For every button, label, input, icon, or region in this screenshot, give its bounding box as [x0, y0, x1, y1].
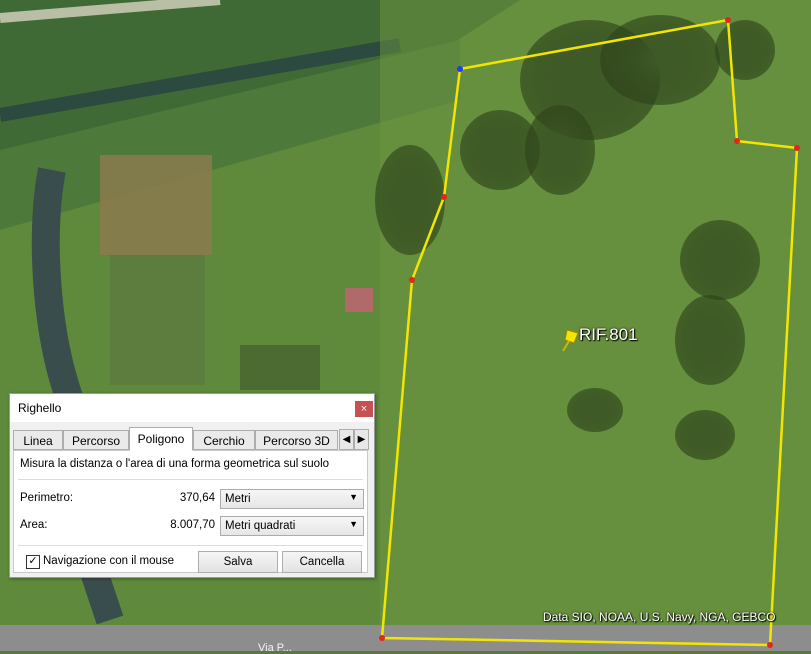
placemark-label[interactable]: RIF.801 — [579, 325, 638, 345]
road-label: Via P... — [258, 642, 292, 654]
save-button[interactable]: Salva — [198, 551, 278, 573]
description-text: Misura la distanza o l'area di una forma… — [20, 458, 330, 470]
perimeter-value: 370,64 — [179, 492, 215, 504]
area-unit-select[interactable]: Metri quadrati ▼ — [220, 516, 364, 536]
close-icon[interactable]: × — [355, 401, 373, 417]
tab-panel: Misura la distanza o l'area di una forma… — [13, 450, 368, 573]
area-label: Area: — [20, 519, 48, 531]
tab-scroll-right-icon[interactable]: ▶ — [354, 429, 369, 450]
divider — [18, 479, 363, 480]
tab-poligono[interactable]: Poligono — [129, 427, 193, 451]
dialog-title: Righello — [18, 401, 62, 415]
cancel-button[interactable]: Cancella — [282, 551, 362, 573]
area-value: 8.007,70 — [170, 519, 215, 531]
chevron-down-icon: ▼ — [349, 492, 358, 502]
divider — [18, 545, 363, 546]
dialog-titlebar[interactable]: Righello × — [10, 394, 374, 422]
tab-scroll-left-icon[interactable]: ◀ — [339, 429, 354, 450]
ruler-dialog: Righello × Linea Percorso Poligono Cerch… — [9, 393, 375, 578]
area-unit: Metri quadrati — [225, 520, 296, 532]
perimeter-label: Perimetro: — [20, 492, 74, 504]
mouse-nav-checkbox[interactable]: ✓ — [26, 555, 40, 569]
tab-percorso-3d[interactable]: Percorso 3D — [255, 430, 338, 450]
perimeter-unit: Metri — [225, 493, 251, 505]
chevron-down-icon: ▼ — [349, 519, 358, 529]
tab-bar: Linea Percorso Poligono Cerchio Percorso… — [13, 427, 369, 451]
tab-linea[interactable]: Linea — [13, 430, 63, 450]
perimeter-unit-select[interactable]: Metri ▼ — [220, 489, 364, 509]
tab-cerchio[interactable]: Cerchio — [193, 430, 255, 450]
mouse-nav-label[interactable]: Navigazione con il mouse — [43, 555, 174, 567]
map-attribution: Data SIO, NOAA, U.S. Navy, NGA, GEBCO — [543, 610, 776, 624]
tab-percorso[interactable]: Percorso — [63, 430, 129, 450]
